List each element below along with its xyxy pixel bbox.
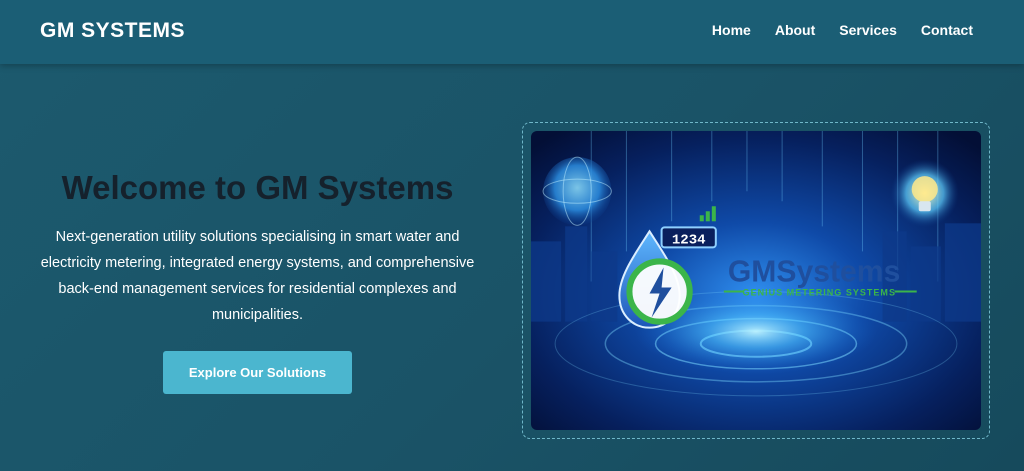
- logo-text: GMSystems: [728, 256, 900, 289]
- meter-reading: 1234: [672, 232, 706, 248]
- navbar: GM SYSTEMS Home About Services Contact: [0, 0, 1024, 64]
- logo-text-gm: GM: [728, 256, 777, 289]
- nav-link-about[interactable]: About: [775, 22, 815, 38]
- nav-link-home[interactable]: Home: [712, 22, 751, 38]
- logo-text-systems: Systems: [776, 256, 900, 289]
- globe-icon: [542, 156, 612, 226]
- lightbulb-icon: [890, 159, 959, 228]
- hero-title: Welcome to GM Systems: [61, 169, 454, 206]
- hero-description: Next-generation utility solutions specia…: [40, 229, 475, 323]
- nav-links: Home About Services Contact: [712, 22, 973, 38]
- logo-tagline: GENIUS METERING SYSTEMS: [743, 288, 896, 298]
- nav-link-contact[interactable]: Contact: [921, 22, 973, 38]
- meter-display: 1234: [660, 226, 717, 249]
- brand-logo[interactable]: GM SYSTEMS: [40, 19, 185, 43]
- hero-image: 1234 GMSystems GENIUS METERING SYSTEMS: [531, 131, 981, 430]
- nav-link-services[interactable]: Services: [839, 22, 897, 38]
- hero-section: Welcome to GM Systems Next-generation ut…: [30, 168, 485, 328]
- hero-image-frame: 1234 GMSystems GENIUS METERING SYSTEMS: [522, 122, 990, 439]
- explore-solutions-button[interactable]: Explore Our Solutions: [163, 351, 352, 394]
